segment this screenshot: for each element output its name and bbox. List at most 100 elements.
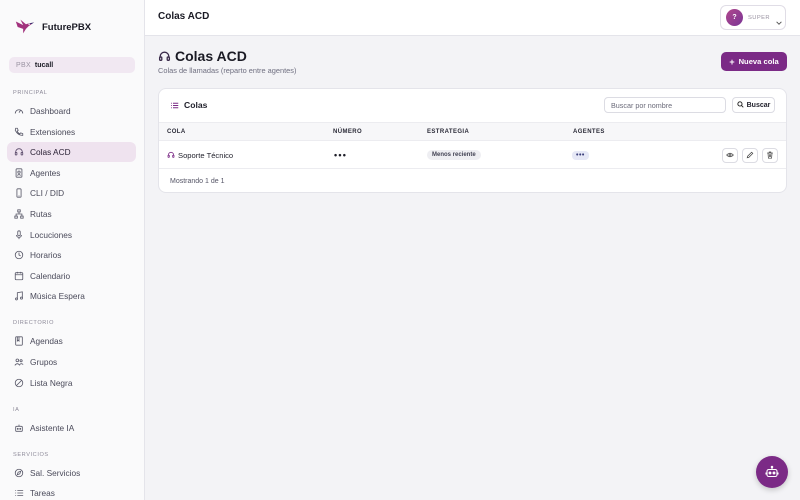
agents-badge: •••: [572, 150, 589, 160]
delete-button[interactable]: [762, 147, 778, 163]
list-icon: [170, 101, 184, 110]
sidebar-item-asistente-ia[interactable]: Asistente IA: [7, 418, 136, 438]
robot-icon: [14, 423, 24, 433]
sidebar-item-label: Grupos: [30, 356, 58, 367]
sidebar-item-label: Tareas: [30, 488, 55, 499]
sidebar-item-label: Extensiones: [30, 126, 76, 137]
column-header-agentes: AGENTES: [573, 129, 605, 135]
sidebar-item-extensiones[interactable]: Extensiones: [7, 122, 136, 142]
assistant-fab[interactable]: [756, 456, 788, 488]
queues-card: Colas Buscar COLA NÚMERO ESTRATEGIA AGEN…: [158, 88, 787, 193]
pbx-value: tucall: [34, 61, 54, 69]
compass-icon: [14, 468, 24, 478]
sidebar-item-label: Calendario: [30, 270, 71, 281]
new-queue-label: Nueva cola: [738, 57, 779, 66]
sidebar-item-label: Lista Negra: [30, 377, 73, 388]
page-header: Colas ACD Colas de llamadas (reparto ent…: [158, 48, 296, 75]
sidebar-item-label: Dashboard: [30, 106, 71, 116]
page-subtitle: Colas de llamadas (reparto entre agentes…: [158, 66, 297, 75]
pbx-label: PBX: [16, 61, 31, 69]
phone-icon: [14, 127, 24, 137]
cell-agentes: •••: [572, 141, 589, 169]
new-queue-button[interactable]: + Nueva cola: [721, 52, 787, 71]
user-role: SUPER: [748, 14, 770, 21]
edit-button[interactable]: [742, 147, 758, 163]
sidebar-item-label: Música Espera: [30, 291, 85, 302]
queue-name: Soporte Técnico: [178, 150, 234, 160]
column-header-cola: COLA: [167, 129, 186, 135]
sidebar-item-label: Sal. Servicios: [30, 467, 81, 478]
sidebar-item-lista-negra[interactable]: Lista Negra: [7, 373, 136, 393]
block-icon: [14, 378, 24, 388]
queue-number: •••: [334, 150, 348, 160]
dashboard-icon: [14, 106, 24, 116]
headset-icon: [158, 50, 171, 63]
pbx-selector[interactable]: PBX tucall: [9, 57, 135, 73]
headset-icon: [14, 147, 24, 157]
id-badge-icon: [14, 168, 24, 178]
table-footer: Mostrando 1 de 1: [170, 178, 225, 185]
clock-icon: [14, 250, 24, 260]
nav-principal: Dashboard Extensiones Colas ACD Agentes …: [0, 101, 144, 306]
view-button[interactable]: [722, 147, 738, 163]
sidebar-item-label: Locuciones: [30, 229, 72, 240]
calendar-icon: [14, 271, 24, 281]
topbar-title: Colas ACD: [158, 11, 210, 22]
card-title: Colas: [170, 100, 207, 110]
sidebar: FuturePBX PBX tucall PRINCIPAL Dashboard…: [0, 0, 145, 500]
sidebar-item-calendario[interactable]: Calendario: [7, 266, 136, 286]
user-menu[interactable]: ? SUPER: [720, 5, 786, 30]
card-title-text: Colas: [184, 100, 208, 110]
book-icon: [14, 336, 24, 346]
users-icon: [14, 357, 24, 367]
sidebar-item-rutas[interactable]: Rutas: [7, 204, 136, 224]
page-title: Colas ACD: [175, 48, 247, 64]
sidebar-item-label: Horarios: [30, 250, 62, 261]
cell-numero: •••: [334, 141, 347, 169]
sidebar-item-locuciones[interactable]: Locuciones: [7, 225, 136, 245]
sidebar-item-label: Agentes: [30, 167, 61, 178]
table-row[interactable]: Soporte Técnico ••• Menos reciente •••: [159, 141, 786, 169]
sidebar-item-agentes[interactable]: Agentes: [7, 163, 136, 183]
cell-actions: [722, 141, 778, 169]
sidebar-item-colas-acd[interactable]: Colas ACD: [7, 142, 136, 163]
column-header-numero: NÚMERO: [333, 129, 363, 135]
avatar: ?: [726, 9, 743, 26]
hummingbird-logo-icon: [14, 16, 36, 38]
sidebar-item-sal-servicios[interactable]: Sal. Servicios: [7, 463, 136, 483]
cell-cola: Soporte Técnico: [167, 141, 233, 169]
sidebar-item-cli-did[interactable]: CLI / DID: [7, 183, 136, 203]
chevron-down-icon: [775, 14, 783, 25]
sidebar-item-musica-espera[interactable]: Música Espera: [7, 286, 136, 306]
search-input[interactable]: [604, 97, 726, 113]
nav-servicios: Sal. Servicios Tareas: [0, 463, 144, 500]
column-header-estrategia: ESTRATEGIA: [427, 129, 470, 135]
sidebar-item-grupos[interactable]: Grupos: [7, 352, 136, 372]
brand[interactable]: FuturePBX: [0, 0, 144, 54]
microphone-icon: [14, 229, 24, 240]
eye-icon: [726, 151, 734, 159]
list-icon: [14, 488, 24, 498]
robot-icon: [765, 465, 779, 479]
sidebar-item-dashboard[interactable]: Dashboard: [7, 101, 136, 121]
pencil-icon: [746, 151, 754, 159]
search-icon: [737, 100, 747, 110]
search-button[interactable]: Buscar: [732, 97, 775, 113]
sidebar-item-label: Agendas: [30, 336, 63, 347]
card-header: Colas Buscar: [159, 89, 786, 123]
cell-estrategia: Menos reciente: [427, 141, 481, 169]
sidebar-item-tareas[interactable]: Tareas: [7, 483, 136, 500]
sidebar-item-label: Asistente IA: [30, 422, 75, 433]
nav-ia: Asistente IA: [0, 418, 144, 438]
mobile-icon: [14, 188, 24, 198]
headset-icon: [167, 151, 178, 159]
sidebar-item-agendas[interactable]: Agendas: [7, 331, 136, 351]
sidebar-item-label: Rutas: [30, 208, 52, 219]
music-icon: [14, 291, 24, 301]
sidebar-item-label: Colas ACD: [30, 147, 71, 158]
topbar: Colas ACD ? SUPER: [145, 0, 800, 36]
sidebar-item-horarios[interactable]: Horarios: [7, 245, 136, 265]
routes-icon: [14, 209, 24, 219]
plus-icon: +: [729, 56, 735, 67]
table-header: COLA NÚMERO ESTRATEGIA AGENTES: [159, 123, 786, 141]
